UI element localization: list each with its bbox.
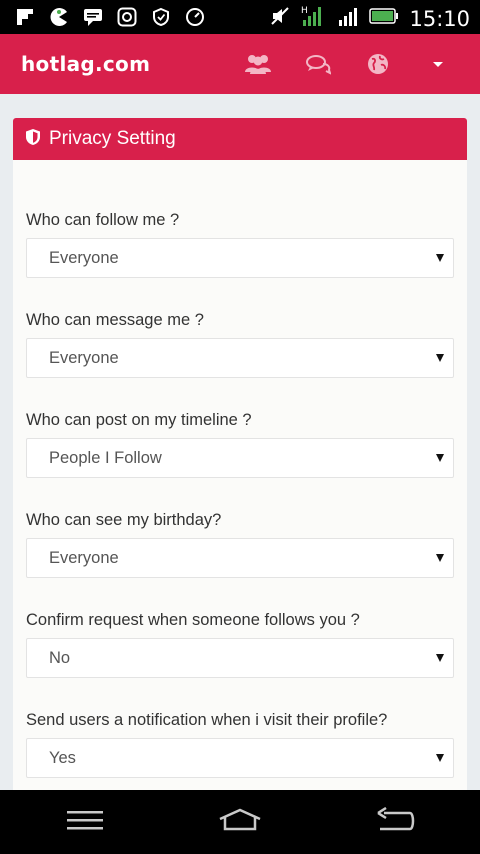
caret-down-icon bbox=[436, 254, 444, 262]
svg-text:H: H bbox=[301, 6, 308, 16]
privacy-setting-card: Privacy Setting Who can follow me ? Ever… bbox=[13, 118, 467, 798]
select-value: No bbox=[49, 649, 71, 667]
hplus-signal-icon: H bbox=[301, 4, 327, 33]
users-icon[interactable] bbox=[244, 50, 272, 78]
select-follow[interactable]: Everyone bbox=[26, 238, 454, 278]
home-button[interactable] bbox=[215, 804, 265, 840]
select-value: Everyone bbox=[49, 249, 119, 267]
instagram-icon bbox=[116, 6, 138, 28]
caret-down-icon bbox=[436, 454, 444, 462]
field-label: Confirm request when someone follows you… bbox=[26, 611, 360, 629]
field-confirm-request: Confirm request when someone follows you… bbox=[26, 608, 454, 678]
globe-icon[interactable] bbox=[364, 50, 392, 78]
field-label: Who can see my birthday? bbox=[26, 511, 222, 529]
shield-icon bbox=[25, 128, 41, 151]
navigation-bar bbox=[0, 790, 480, 854]
field-label: Who can follow me ? bbox=[26, 211, 180, 229]
back-icon bbox=[374, 806, 416, 838]
field-label: Send users a notification when i visit t… bbox=[26, 711, 388, 729]
caret-down-icon bbox=[436, 354, 444, 362]
select-timeline[interactable]: People I Follow bbox=[26, 438, 454, 478]
field-label: Who can message me ? bbox=[26, 311, 204, 329]
field-visit-notification: Send users a notification when i visit t… bbox=[26, 708, 454, 778]
chat-bubbles-icon[interactable] bbox=[304, 50, 332, 78]
select-birthday[interactable]: Everyone bbox=[26, 538, 454, 578]
chat-icon bbox=[82, 6, 104, 28]
select-value: People I Follow bbox=[49, 449, 162, 467]
select-value: Everyone bbox=[49, 349, 119, 367]
card-title: Privacy Setting bbox=[49, 128, 176, 149]
battery-icon bbox=[369, 7, 399, 30]
select-visit-notification[interactable]: Yes bbox=[26, 738, 454, 778]
field-birthday: Who can see my birthday? Everyone bbox=[26, 508, 454, 578]
status-bar: H 15:10 bbox=[0, 0, 480, 34]
field-message: Who can message me ? Everyone bbox=[26, 308, 454, 378]
status-time: 15:10 bbox=[409, 6, 470, 31]
back-button[interactable] bbox=[370, 804, 420, 840]
menu-icon bbox=[66, 809, 104, 836]
caret-down-icon bbox=[436, 754, 444, 762]
menu-button[interactable] bbox=[60, 804, 110, 840]
select-confirm-request[interactable]: No bbox=[26, 638, 454, 678]
pacman-icon bbox=[48, 6, 70, 28]
cell-signal-icon bbox=[337, 5, 359, 32]
shield-icon bbox=[150, 6, 172, 28]
select-value: Everyone bbox=[49, 549, 119, 567]
field-label: Who can post on my timeline ? bbox=[26, 411, 252, 429]
mute-icon bbox=[269, 5, 291, 32]
caret-down-icon bbox=[436, 654, 444, 662]
dropdown-caret-icon[interactable] bbox=[424, 50, 452, 78]
field-timeline: Who can post on my timeline ? People I F… bbox=[26, 408, 454, 478]
flipboard-icon bbox=[14, 6, 36, 28]
caret-down-icon bbox=[436, 554, 444, 562]
select-value: Yes bbox=[49, 749, 76, 767]
field-follow: Who can follow me ? Everyone bbox=[26, 208, 454, 278]
home-icon bbox=[217, 807, 263, 838]
select-message[interactable]: Everyone bbox=[26, 338, 454, 378]
app-bar: hotlag.com bbox=[0, 34, 480, 94]
card-header: Privacy Setting bbox=[13, 118, 467, 160]
brand-logo[interactable]: hotlag.com bbox=[21, 52, 150, 76]
speedometer-icon bbox=[184, 6, 206, 28]
